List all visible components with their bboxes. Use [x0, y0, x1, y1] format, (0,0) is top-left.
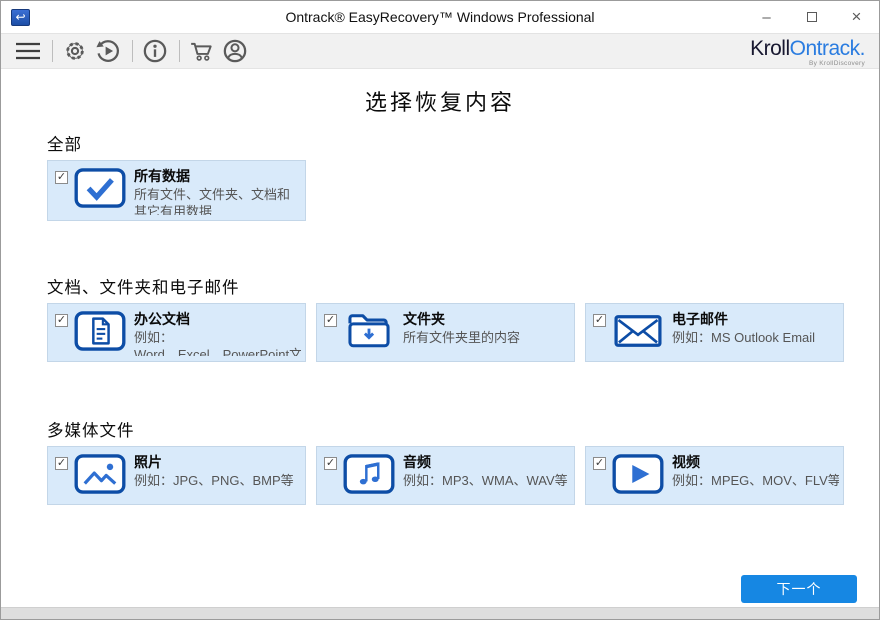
- card-desc: 例如：MS Outlook Email: [672, 329, 839, 346]
- checkbox-email[interactable]: ✓: [593, 314, 606, 327]
- section-label-documents: 文档、文件夹和电子邮件: [47, 274, 240, 298]
- photo-icon: [74, 454, 126, 499]
- audio-note-icon: [343, 454, 395, 499]
- card-title: 照片: [134, 454, 301, 471]
- card-audio[interactable]: ✓ 音频 例如：MP3、WMA、WAV等: [316, 446, 575, 505]
- close-button[interactable]: ×: [834, 1, 879, 33]
- card-desc: 例如：MP3、WMA、WAV等: [403, 472, 570, 489]
- card-title: 文件夹: [403, 311, 570, 328]
- folder-download-icon: [343, 311, 395, 356]
- settings-gear-icon[interactable]: [62, 38, 88, 64]
- card-email[interactable]: ✓ 电子邮件 例如：MS Outlook Email: [585, 303, 844, 362]
- checkmark-icon: ✓: [326, 458, 335, 469]
- account-person-icon[interactable]: [222, 38, 248, 64]
- all-data-check-icon: [74, 168, 126, 215]
- checkbox-all-data[interactable]: ✓: [55, 171, 68, 184]
- checkbox-photos[interactable]: ✓: [55, 457, 68, 470]
- info-icon[interactable]: [142, 38, 168, 64]
- shopping-cart-icon[interactable]: [189, 38, 215, 64]
- card-video[interactable]: ✓ 视频 例如：MPEG、MOV、FLV等: [585, 446, 844, 505]
- checkbox-video[interactable]: ✓: [593, 457, 606, 470]
- next-button[interactable]: 下一个: [741, 575, 857, 603]
- card-desc: 例如：: [134, 329, 301, 346]
- card-title: 办公文档: [134, 311, 301, 328]
- kroll-ontrack-logo: KrollOntrack. By KrollDiscovery: [750, 38, 865, 68]
- maximize-icon: [807, 12, 817, 22]
- toolbar: KrollOntrack. By KrollDiscovery: [1, 33, 879, 69]
- toolbar-separator: [179, 40, 180, 62]
- app-window: ↩ Ontrack® EasyRecovery™ Windows Profess…: [0, 0, 880, 620]
- checkbox-audio[interactable]: ✓: [324, 457, 337, 470]
- checkmark-icon: ✓: [57, 172, 66, 183]
- card-title: 电子邮件: [672, 311, 839, 328]
- hamburger-menu-icon[interactable]: [15, 38, 41, 64]
- email-envelope-icon: [612, 311, 664, 356]
- checkmark-icon: ✓: [57, 458, 66, 469]
- card-desc: 所有文件夹里的内容: [403, 329, 570, 346]
- card-photos[interactable]: ✓ 照片 例如：JPG、PNG、BMP等: [47, 446, 306, 505]
- checkbox-office-documents[interactable]: ✓: [55, 314, 68, 327]
- window-bottom-edge: [1, 607, 879, 619]
- card-office-documents[interactable]: ✓ 办公文档 例如： Word、Excel、PowerPoint文件: [47, 303, 306, 362]
- recovery-history-icon[interactable]: [95, 38, 121, 64]
- titlebar: ↩ Ontrack® EasyRecovery™ Windows Profess…: [1, 1, 879, 33]
- checkmark-icon: ✓: [326, 315, 335, 326]
- card-desc: 例如：JPG、PNG、BMP等: [134, 472, 301, 489]
- logo-tagline: By KrollDiscovery: [750, 61, 865, 68]
- card-desc: 所有文件、文件夹、文档和其它有用数据: [134, 186, 301, 215]
- page-title: 选择恢复内容: [1, 85, 879, 117]
- card-all-data[interactable]: ✓ 所有数据 所有文件、文件夹、文档和其它有用数据: [47, 160, 306, 221]
- card-title: 所有数据: [134, 168, 301, 185]
- card-folder[interactable]: ✓ 文件夹 所有文件夹里的内容: [316, 303, 575, 362]
- card-desc: 例如：MPEG、MOV、FLV等: [672, 472, 839, 489]
- card-title: 音频: [403, 454, 570, 471]
- card-title: 视频: [672, 454, 839, 471]
- section-label-all: 全部: [47, 131, 82, 155]
- section-label-multimedia: 多媒体文件: [47, 417, 135, 441]
- office-document-icon: [74, 311, 126, 356]
- checkmark-icon: ✓: [595, 458, 604, 469]
- maximize-button[interactable]: [789, 1, 834, 33]
- main-content: 选择恢复内容 全部 ✓ 所有数据 所有文件、文件夹、文档和其它有用数据 文档、文…: [1, 69, 879, 607]
- minimize-button[interactable]: –: [744, 1, 789, 33]
- card-desc-examples: Word、Excel、PowerPoint文件: [134, 346, 301, 356]
- checkbox-folder[interactable]: ✓: [324, 314, 337, 327]
- toolbar-separator: [132, 40, 133, 62]
- checkmark-icon: ✓: [595, 315, 604, 326]
- checkmark-icon: ✓: [57, 315, 66, 326]
- video-play-icon: [612, 454, 664, 499]
- toolbar-separator: [52, 40, 53, 62]
